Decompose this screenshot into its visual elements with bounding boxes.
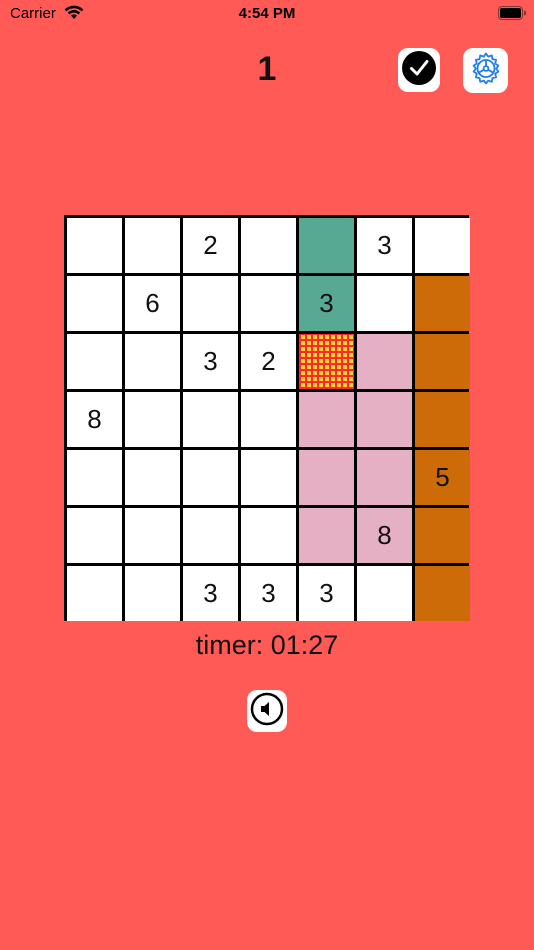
grid-cell[interactable]: 6 [125,276,180,331]
grid-cell[interactable] [299,392,354,447]
grid-cell[interactable]: 2 [183,218,238,273]
grid-cell[interactable] [241,508,296,563]
grid-cell[interactable] [415,508,470,563]
puzzle-grid: 236332858333 [64,215,470,621]
grid-cell[interactable] [357,276,412,331]
timer-label: timer: 01:27 [195,630,339,660]
grid-cell[interactable]: 3 [183,566,238,621]
grid-cell[interactable] [67,276,122,331]
grid-cell[interactable]: 3 [299,276,354,331]
grid-cell[interactable] [299,334,354,389]
grid-cell[interactable] [125,450,180,505]
grid-cell[interactable] [67,450,122,505]
grid-cell[interactable] [299,508,354,563]
grid-cell[interactable] [183,508,238,563]
grid-cell[interactable] [241,392,296,447]
grid-cell[interactable]: 3 [357,218,412,273]
grid-cell[interactable]: 8 [357,508,412,563]
grid-cell[interactable]: 2 [241,334,296,389]
grid-cell[interactable] [415,566,470,621]
grid-cell[interactable]: 5 [415,450,470,505]
grid-cell[interactable] [125,392,180,447]
grid-cell[interactable] [67,566,122,621]
grid-cell[interactable] [241,450,296,505]
status-bar: Carrier 4:54 PM [0,0,534,28]
grid-cell[interactable] [415,334,470,389]
checkmark-circle-icon [401,50,437,91]
grid-cell[interactable] [299,450,354,505]
grid-cell[interactable]: 3 [299,566,354,621]
grid-cell[interactable]: 3 [183,334,238,389]
grid-cell[interactable]: 3 [241,566,296,621]
grid-cell[interactable] [125,566,180,621]
battery-icon [498,6,527,20]
grid-cell[interactable] [357,566,412,621]
grid-cell[interactable] [241,276,296,331]
gear-icon [469,51,503,90]
grid-cell[interactable] [67,218,122,273]
speaker-icon [250,692,284,731]
grid-cell[interactable] [125,218,180,273]
grid-cell[interactable]: 8 [67,392,122,447]
status-time: 4:54 PM [238,5,296,22]
grid-cell[interactable] [183,392,238,447]
grid-cell[interactable] [415,276,470,331]
grid-cell[interactable] [299,218,354,273]
grid-cell[interactable] [67,508,122,563]
grid-cell[interactable] [183,450,238,505]
sound-button[interactable] [247,690,287,732]
grid-cell[interactable] [357,392,412,447]
grid-cell[interactable] [415,218,470,273]
grid-cell[interactable] [125,334,180,389]
grid-cell[interactable] [241,218,296,273]
grid-cell[interactable] [67,334,122,389]
check-button[interactable] [398,48,440,92]
grid-cell[interactable] [415,392,470,447]
grid-cell[interactable] [125,508,180,563]
grid-cell[interactable] [183,276,238,331]
settings-button[interactable] [463,48,508,93]
grid-cell[interactable] [357,334,412,389]
level-number: 1 [257,50,277,88]
grid-cell[interactable] [357,450,412,505]
